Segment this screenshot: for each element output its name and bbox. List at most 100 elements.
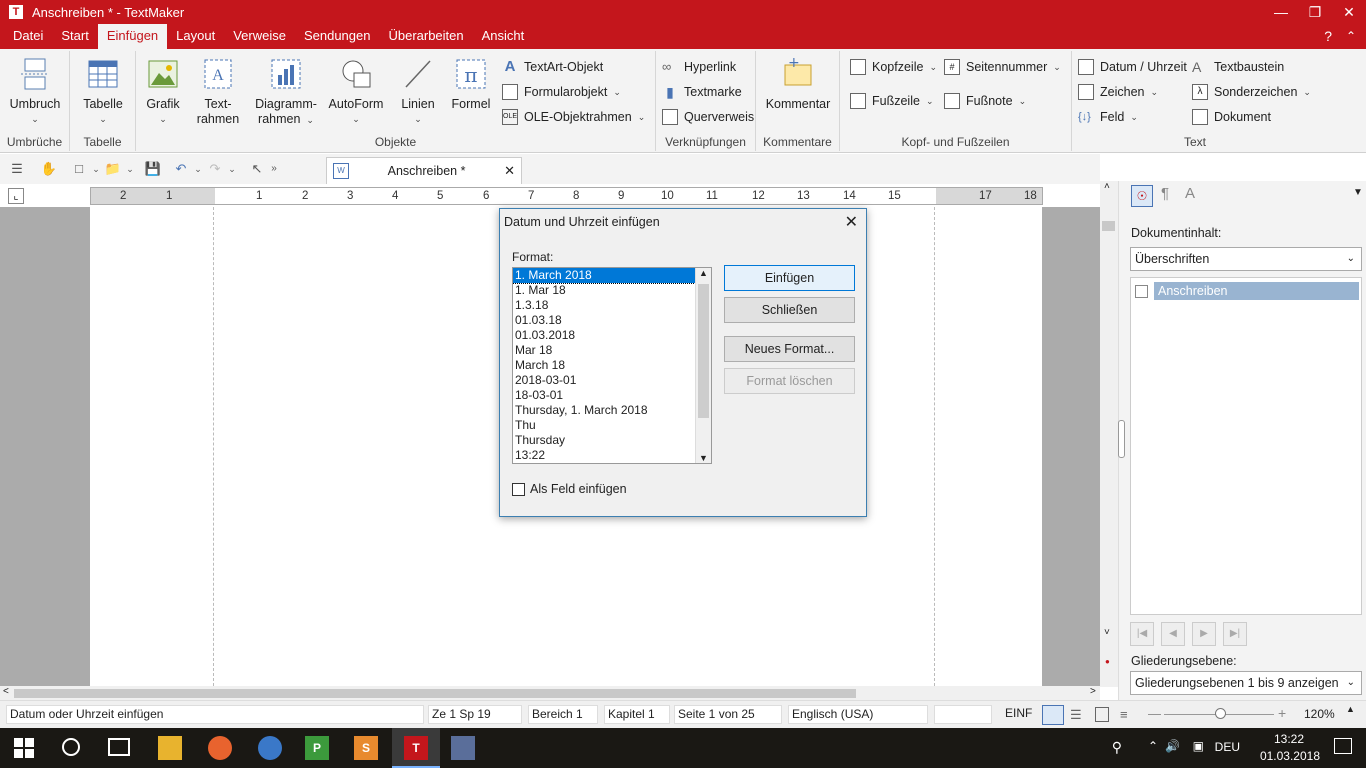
next-item-button[interactable]: ▶ [1192,622,1216,646]
select-pointer-icon[interactable]: ↖ [246,158,268,180]
navigator-icon[interactable]: ☉ [1131,185,1153,207]
sonderzeichen-button[interactable]: λ Sonderzeichen ⌄ [1192,82,1311,102]
format-option[interactable]: 1. Mar 18 [513,283,697,298]
gliederungsebene-select[interactable]: Gliederungsebenen 1 bis 9 anzeigen ⌄ [1130,671,1362,695]
presentations-icon[interactable]: P [305,736,329,760]
format-option[interactable]: 2018-03-01 [513,373,697,388]
hand-tool-icon[interactable]: ✋ [38,158,60,180]
format-option[interactable]: 1. March 2018 [513,268,698,284]
format-option[interactable]: Thursday, 1. March 2018 [513,403,697,418]
hyperlink-button[interactable]: ∞ Hyperlink [662,57,736,77]
menu-sendungen[interactable]: Sendungen [295,24,380,49]
task-view-icon[interactable] [108,738,130,756]
document-tab[interactable]: W Anschreiben * ✕ [326,157,522,184]
clock-date[interactable]: 01.03.2018 [1260,749,1320,763]
format-option[interactable]: Thu [513,418,697,433]
ole-objektrahmen-button[interactable]: OLE OLE-Objektrahmen ⌄ [502,107,645,127]
format-loeschen-button[interactable]: Format löschen [724,368,855,394]
help-button[interactable]: ? [1324,24,1332,48]
formularobjekt-button[interactable]: Formularobjekt ⌄ [502,82,621,102]
open-dropdown-icon[interactable]: ⌄ [124,158,136,180]
seitennummer-button[interactable]: # Seitennummer ⌄ [944,57,1061,77]
scroll-left-icon[interactable]: ˂ [3,686,9,697]
einfuegen-button[interactable]: Einfügen [724,265,855,291]
list-scroll-up-icon[interactable]: ▲ [699,268,708,278]
browse-object-icon[interactable]: ● [1105,657,1110,666]
cortana-search-icon[interactable] [62,738,80,756]
undo-icon[interactable]: ↶ [170,158,192,180]
volume-icon[interactable]: 🔊 [1165,739,1180,753]
undo-dropdown-icon[interactable]: ⌄ [192,158,204,180]
horizontal-scroll-thumb[interactable] [14,689,856,698]
view-outline-icon[interactable]: ≡ [1120,707,1128,722]
textmarke-button[interactable]: ▮ Textmarke [662,82,742,102]
format-option[interactable]: 13:22 [513,448,697,463]
formel-button[interactable]: π Formel [448,57,494,112]
character-style-icon[interactable]: A [1185,185,1195,202]
outline-checkbox[interactable] [1135,284,1148,298]
menu-einfuegen[interactable]: Einfügen [97,24,168,49]
scroll-down-icon[interactable]: ˅ [1104,627,1110,638]
textbaustein-button[interactable]: A Textbaustein [1192,57,1284,77]
tray-expand-icon[interactable]: ⌃ [1148,739,1158,753]
view-continuous-icon[interactable]: ☰ [1070,707,1082,723]
zoom-level[interactable]: 120% [1304,707,1335,721]
status-mode[interactable]: EINF [1002,705,1036,724]
outline-item[interactable]: Anschreiben [1135,282,1359,300]
paragraph-icon[interactable]: ¶ [1161,185,1169,202]
notification-center-icon[interactable] [1334,738,1352,754]
battery-icon[interactable]: ▣ [1193,739,1204,753]
horizontal-ruler[interactable]: 2 1 1 2 3 4 5 6 7 8 9 10 11 12 13 14 15 … [90,187,1043,205]
view-page-icon[interactable] [1095,707,1109,722]
fusszeile-button[interactable]: Fußzeile ⌄ [850,91,933,111]
redo-dropdown-icon[interactable]: ⌄ [226,158,238,180]
sidebar-menu-icon[interactable]: ▼ [1353,187,1363,198]
sidebar-splitter-handle[interactable] [1118,420,1125,458]
vertical-scrollbar[interactable]: ˄ ˅ ● [1100,181,1118,687]
linien-button[interactable]: Linien ⌄ [394,57,442,127]
datum-uhrzeit-button[interactable]: Datum / Uhrzeit [1078,57,1187,77]
new-dropdown-icon[interactable]: ⌄ [90,158,102,180]
menu-ueberarbeiten[interactable]: Überarbeiten [379,24,472,49]
scroll-up-icon[interactable]: ˄ [1104,181,1110,192]
fussnote-button[interactable]: Fußnote ⌄ [944,91,1026,111]
format-option[interactable]: Mar 18 [513,343,697,358]
als-feld-einfuegen-option[interactable]: Als Feld einfügen [512,482,627,496]
view-normal-icon[interactable] [1042,705,1064,725]
horizontal-scrollbar[interactable]: ˂ ˃ [0,686,1100,700]
zoom-slider-thumb[interactable] [1215,708,1226,719]
dokumentinhalt-select[interactable]: Überschriften ⌄ [1130,247,1362,271]
open-folder-icon[interactable]: 📁 [102,158,124,180]
hamburger-menu-icon[interactable]: ☰ [6,158,28,180]
planmaker-icon[interactable]: S [354,736,378,760]
people-icon[interactable]: ⚲ [1112,739,1122,756]
tab-stop-selector[interactable]: ⌞ [8,188,24,204]
menu-verweise[interactable]: Verweise [224,24,295,49]
format-option[interactable]: March 18 [513,358,697,373]
minimize-button[interactable]: — [1264,0,1298,24]
format-option[interactable]: 1.3.18 [513,298,697,313]
format-option[interactable]: Thursday [513,433,697,448]
menu-layout[interactable]: Layout [167,24,224,49]
maximize-button[interactable]: ❐ [1298,0,1332,24]
format-option[interactable]: 01.03.18 [513,313,697,328]
format-option[interactable]: 18-03-01 [513,388,697,403]
querverweis-button[interactable]: Querverweis [662,107,754,127]
menu-start[interactable]: Start [52,24,97,49]
textmaker-taskbar-button[interactable]: T [392,728,440,768]
format-list-scroll-thumb[interactable] [698,284,709,418]
textrahmen-button[interactable]: A Text- rahmen [196,57,240,127]
kommentar-button[interactable]: + Kommentar [760,55,836,112]
format-list-scrollbar[interactable]: ▲ ▼ [695,268,711,463]
redo-icon[interactable]: ↷ [204,158,226,180]
new-document-icon[interactable]: □ [68,158,90,180]
app-taskbar-icon[interactable] [451,736,475,760]
als-feld-checkbox[interactable] [512,482,525,496]
format-listbox[interactable]: 1. March 2018 1. Mar 18 1.3.18 01.03.18 … [512,267,712,464]
last-item-button[interactable]: ▶| [1223,622,1247,646]
zoom-out-icon[interactable]: — [1148,706,1161,721]
vertical-scroll-thumb[interactable] [1102,221,1115,231]
schliessen-button[interactable]: Schließen [724,297,855,323]
clock-time[interactable]: 13:22 [1274,732,1304,746]
collapse-ribbon-icon[interactable]: ⌃ [1346,24,1356,48]
